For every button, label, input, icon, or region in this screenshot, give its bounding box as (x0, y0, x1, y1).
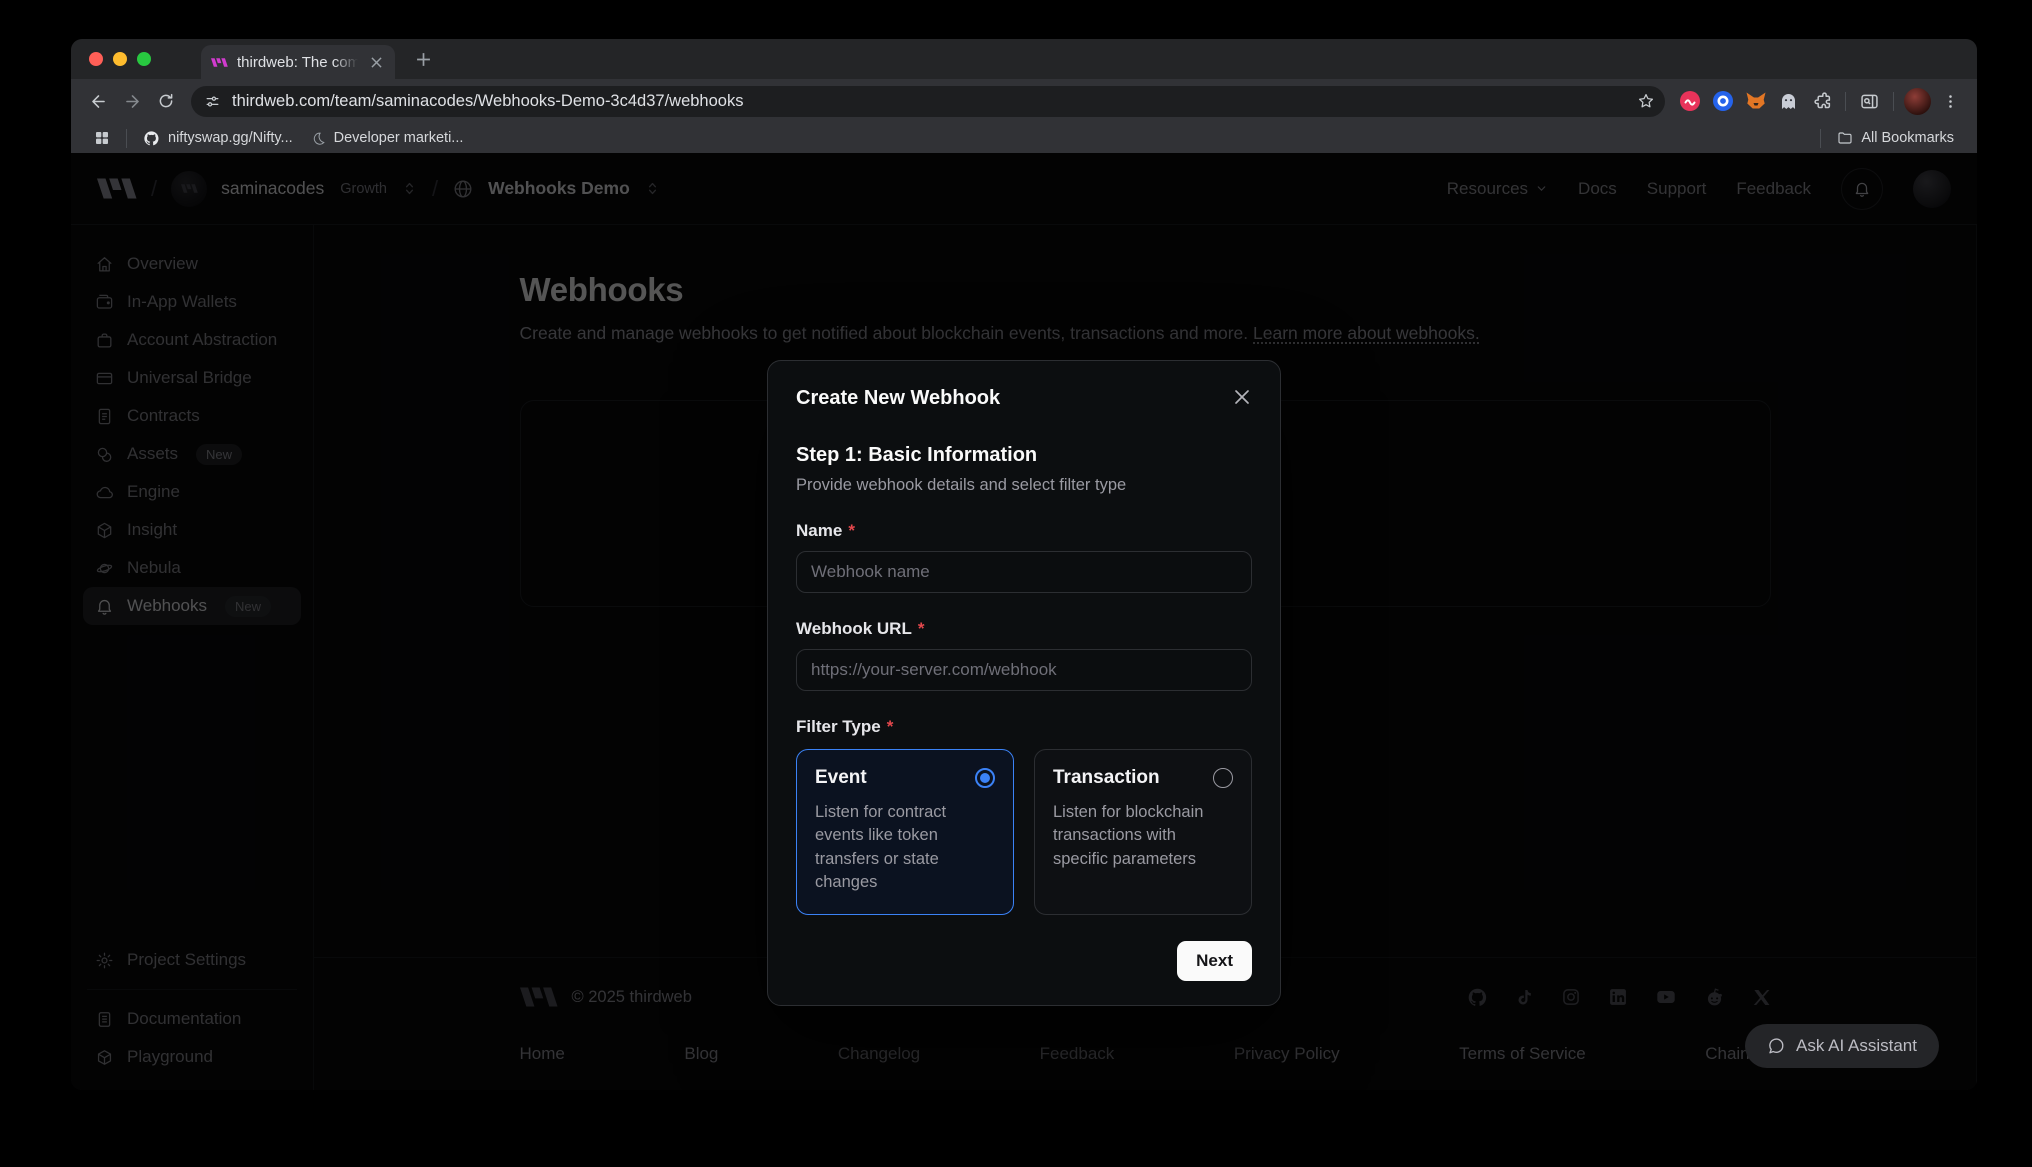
filter-option-description: Listen for blockchain transactions with … (1053, 801, 1233, 871)
back-button[interactable] (81, 84, 115, 118)
webhook-url-label: Webhook URL* (796, 619, 1252, 639)
radio-unselected-icon[interactable] (1213, 768, 1233, 788)
browser-profile-avatar[interactable] (1901, 85, 1934, 118)
webhook-url-input[interactable] (796, 649, 1252, 691)
name-label: Name* (796, 521, 1252, 541)
browser-menu-icon[interactable] (1934, 85, 1967, 118)
bookmarks-divider (126, 129, 127, 148)
chat-bubble-icon (1767, 1037, 1785, 1055)
phantom-icon[interactable] (1772, 85, 1805, 118)
required-mark: * (848, 521, 855, 541)
extension-red-icon[interactable] (1673, 85, 1706, 118)
crescent-favicon-icon (311, 131, 326, 146)
tab-close-icon[interactable] (367, 53, 385, 71)
address-bar[interactable]: thirdweb.com/team/saminacodes/Webhooks-D… (191, 86, 1665, 117)
radio-selected-icon[interactable] (975, 768, 995, 788)
create-webhook-modal: Create New Webhook Step 1: Basic Informa… (767, 360, 1281, 1006)
ask-ai-assistant-button[interactable]: Ask AI Assistant (1745, 1024, 1939, 1068)
modal-title: Create New Webhook (796, 387, 1000, 410)
bookmark-label: Developer marketi... (334, 130, 464, 146)
filter-option-event[interactable]: Event Listen for contract events like to… (796, 749, 1014, 915)
toolbar-divider (1893, 92, 1894, 111)
bookmarks-divider (1820, 129, 1821, 148)
reload-button[interactable] (149, 84, 183, 118)
url-text: thirdweb.com/team/saminacodes/Webhooks-D… (232, 92, 1626, 111)
minimize-window-button[interactable] (113, 52, 127, 66)
tab-title: thirdweb: The complete web3 (237, 54, 358, 71)
tab-strip: thirdweb: The complete web3 (71, 39, 1977, 79)
webpage: / saminacodes Growth / Webhooks Demo (71, 153, 1977, 1090)
filter-option-transaction[interactable]: Transaction Listen for blockchain transa… (1034, 749, 1252, 915)
extensions-puzzle-icon[interactable] (1805, 85, 1838, 118)
bookmark-item-github[interactable]: niftyswap.gg/Nifty... (134, 128, 302, 149)
all-bookmarks-label: All Bookmarks (1861, 130, 1954, 146)
side-panel-icon[interactable] (1853, 85, 1886, 118)
all-bookmarks-button[interactable]: All Bookmarks (1828, 128, 1963, 148)
apps-grid-icon[interactable] (85, 128, 119, 148)
extension-blue-icon[interactable] (1706, 85, 1739, 118)
site-settings-icon[interactable] (204, 93, 221, 110)
window-controls (89, 52, 151, 66)
extensions-area (1673, 85, 1967, 118)
required-mark: * (918, 619, 925, 639)
filter-type-label: Filter Type* (796, 717, 1252, 737)
forward-button[interactable] (115, 84, 149, 118)
metamask-icon[interactable] (1739, 85, 1772, 118)
folder-icon (1837, 130, 1853, 146)
step-title: Step 1: Basic Information (796, 444, 1252, 467)
github-favicon-icon (143, 130, 160, 147)
step-subtitle: Provide webhook details and select filte… (796, 476, 1252, 495)
browser-tab[interactable]: thirdweb: The complete web3 (201, 45, 395, 79)
thirdweb-favicon-icon (211, 57, 228, 68)
bookmark-star-icon[interactable] (1637, 92, 1655, 110)
browser-toolbar: thirdweb.com/team/saminacodes/Webhooks-D… (71, 79, 1977, 123)
required-mark: * (887, 717, 894, 737)
close-window-button[interactable] (89, 52, 103, 66)
new-tab-button[interactable] (409, 45, 437, 73)
next-button[interactable]: Next (1177, 941, 1252, 981)
toolbar-divider (1845, 92, 1846, 111)
bookmarks-bar: niftyswap.gg/Nifty... Developer marketi.… (71, 123, 1977, 153)
filter-option-description: Listen for contract events like token tr… (815, 801, 995, 895)
webhook-name-input[interactable] (796, 551, 1252, 593)
zoom-window-button[interactable] (137, 52, 151, 66)
modal-close-button[interactable] (1232, 387, 1252, 407)
bookmark-label: niftyswap.gg/Nifty... (168, 130, 293, 146)
bookmark-item-developer[interactable]: Developer marketi... (302, 128, 473, 148)
close-icon (1234, 389, 1250, 405)
browser-window: thirdweb: The complete web3 thirdweb.com… (71, 39, 1977, 1090)
